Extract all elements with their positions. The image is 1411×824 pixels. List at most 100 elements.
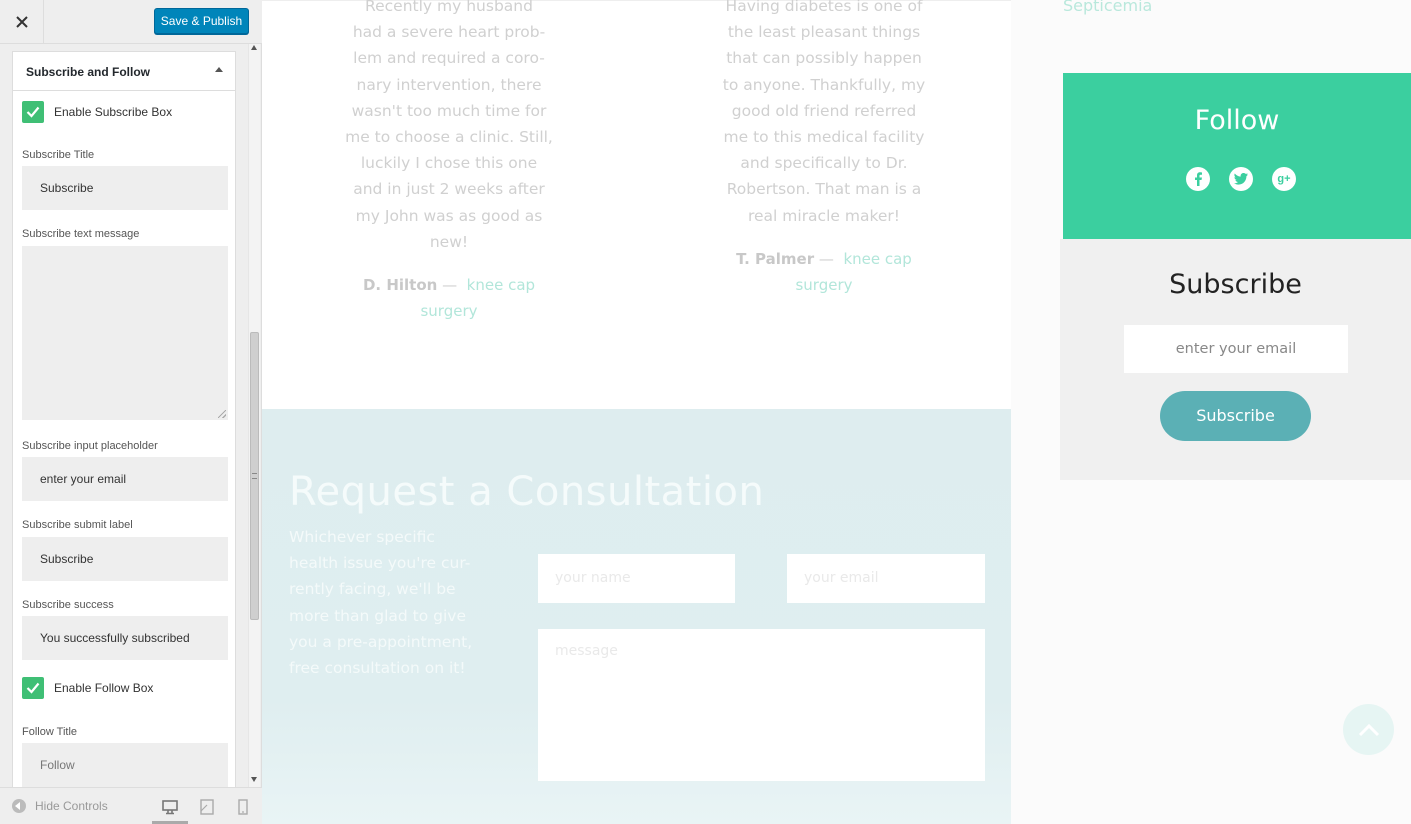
submit-label-label: Subscribe submit label [22,519,133,531]
consultation-title: Request a Consultation [289,469,765,515]
testimonial-line: real miracle maker! [747,206,900,225]
author-procedure-link[interactable]: knee cap [843,250,911,268]
panel-header: Save & Publish [0,0,262,44]
testimonial-2-text: Having diabetes is one of the least plea… [714,0,934,229]
subscribe-follow-section: Subscribe and Follow Enable Subscribe Bo… [12,51,236,787]
follow-title-field[interactable]: Follow [22,743,228,787]
customizer-panel: Save & Publish Subscribe and Follow Enab… [0,0,262,824]
hide-controls-button[interactable]: Hide Controls [12,799,108,813]
consultation-text-line: free consultation on it! [289,659,466,678]
mobile-icon [238,799,248,815]
enable-follow-checkbox[interactable] [22,677,44,699]
grip-icon [252,473,257,479]
subscribe-success-field[interactable]: You successfully subscribed [22,616,228,660]
testimonial-line: nary intervention, there [356,75,542,94]
scroll-up-arrow-icon[interactable] [251,45,257,50]
testimonial-line: Recently my husband [365,0,533,15]
checkmark-icon [26,106,40,118]
testimonial-line: my John was as good as [355,206,543,225]
preview-main-column: Recently my husband had a severe heart p… [262,0,1011,824]
scrollbar-thumb[interactable] [250,332,259,620]
consultation-section: Request a Consultation Whichever specifi… [262,409,1011,824]
testimonial-2-author: T. Palmer — knee cap surgery [714,246,934,298]
follow-title-label: Follow Title [22,726,78,738]
chevron-up-icon [1358,723,1379,736]
testimonial-line: me to choose a clinic. Still, [345,128,553,147]
testimonial-line: the least pleasant things [727,23,921,42]
testimonial-line: me to this medical facility [723,128,925,147]
subscribe-success-label: Subscribe success [22,599,114,611]
author-dash: — [818,250,834,268]
site-preview: Recently my husband had a severe heart p… [262,0,1411,824]
desktop-icon [162,800,178,815]
back-to-top-button[interactable] [1343,704,1394,755]
follow-widget: Follow g+ [1063,73,1411,239]
consult-message-textarea[interactable]: message [538,629,985,781]
testimonial-line: and specifically to Dr. [740,154,908,173]
enable-follow-label: Enable Follow Box [54,681,154,695]
testimonial-1-author: D. Hilton — knee cap surgery [339,272,559,324]
twitter-icon[interactable] [1229,167,1253,191]
consultation-text-line: Whichever specific [289,528,435,546]
tablet-preview-button[interactable] [197,797,217,817]
author-procedure-link[interactable]: surgery [795,276,852,294]
testimonial-line: new! [429,232,469,251]
resize-handle-icon[interactable] [218,410,226,418]
scroll-down-arrow-icon[interactable] [251,777,257,782]
subscribe-title: Subscribe [1169,269,1302,300]
subscribe-email-input[interactable]: enter your email [1124,325,1348,373]
sidebar-link-septicemia[interactable]: Septicemia [1063,0,1152,15]
consultation-text-line: rently facing, we'll be [289,580,456,599]
author-procedure-link[interactable]: knee cap [467,276,535,294]
testimonial-line: wasn't too much time for [351,101,547,120]
testimonial-line: and in just 2 weeks after [353,180,545,199]
subscribe-text-textarea[interactable] [22,246,228,420]
section-title: Subscribe and Follow [26,65,151,79]
consult-name-input[interactable]: your name [538,554,735,603]
author-procedure-link[interactable]: surgery [420,302,477,320]
panel-footer: Hide Controls [0,787,262,824]
preview-sidebar: Septicemia Follow g+ Subscribe enter you… [1011,0,1411,824]
follow-title: Follow [1194,105,1280,136]
author-name: T. Palmer [736,250,815,268]
subscribe-text-label: Subscribe text message [22,228,140,240]
google-plus-icon[interactable]: g+ [1272,167,1296,191]
subscribe-title-label: Subscribe Title [22,149,95,161]
close-button[interactable] [0,0,44,44]
section-header[interactable]: Subscribe and Follow [12,51,236,91]
desktop-preview-button[interactable] [160,797,180,817]
author-name: D. Hilton [362,276,438,294]
section-body: Enable Subscribe Box Subscribe Title Sub… [12,91,236,787]
subscribe-placeholder-field[interactable]: enter your email [22,457,228,501]
enable-subscribe-label: Enable Subscribe Box [54,105,173,119]
collapse-arrow-icon[interactable] [215,67,223,72]
testimonial-line: that can possibly happen [726,49,922,68]
close-icon [15,16,28,28]
testimonial-line: had a severe heart prob- [352,23,546,42]
subscribe-title-field[interactable]: Subscribe [22,166,228,210]
consult-email-input[interactable]: your email [787,554,985,603]
controls-scroll-area: Subscribe and Follow Enable Subscribe Bo… [0,44,262,787]
consultation-text-line: you a pre-appointment, [289,632,473,651]
hide-controls-label: Hide Controls [35,799,108,813]
consultation-text-line: more than glad to give [289,606,466,625]
testimonial-line: to anyone. Thankfully, my [722,75,926,94]
mobile-preview-button[interactable] [233,797,253,817]
author-dash: — [442,276,458,294]
save-publish-button[interactable]: Save & Publish [154,8,249,34]
testimonial-line: good old friend referred [731,101,917,120]
subscribe-placeholder-label: Subscribe input placeholder [22,440,158,452]
enable-subscribe-checkbox[interactable] [22,101,44,123]
subscribe-widget: Subscribe enter your email Subscribe [1060,239,1411,480]
testimonial-line: luckily I chose this one [360,154,538,173]
testimonial-line: Having diabetes is one of [725,0,923,15]
collapse-left-icon [12,799,26,813]
testimonial-line: lem and required a coro- [353,49,545,68]
subscribe-button[interactable]: Subscribe [1160,391,1311,441]
consultation-text-line: health issue you're cur- [289,554,471,573]
panel-scrollbar[interactable] [248,44,260,787]
facebook-icon[interactable] [1186,167,1210,191]
submit-label-field[interactable]: Subscribe [22,537,228,581]
checkmark-icon [26,682,40,694]
testimonial-line: Robertson. That man is a [726,180,922,199]
